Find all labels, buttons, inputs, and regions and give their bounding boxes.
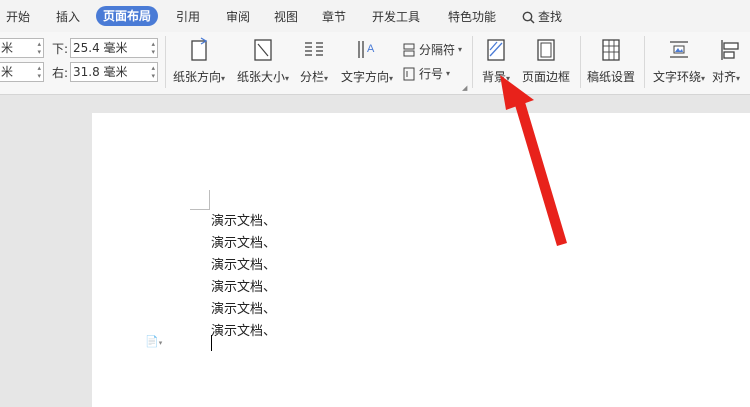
ribbon-expand-icon[interactable]: ◢ [462,84,467,92]
orientation-label: 纸张方向 [172,70,221,84]
paper-size-label: 纸张大小 [236,70,285,84]
tab-start[interactable]: 开始 [6,7,30,27]
text-wrap-label: 文字环绕 [652,70,701,84]
align-label: 对齐 [712,70,737,84]
orientation-button[interactable]: 纸张方向▾ [168,37,230,85]
align-icon [721,40,739,60]
margin-left-value: 米 [1,65,14,79]
text-cursor [211,335,212,351]
grid-paper-label: 稿纸设置 [586,70,635,84]
tab-features[interactable]: 特色功能 [448,7,496,27]
text-direction-label: 文字方向 [340,70,389,84]
tab-references[interactable]: 引用 [176,7,200,27]
ribbon-toolbar: 米 ▴ ▾ 米 ▴ ▾ 下: 25.4 毫米 ▴ ▾ 右: 31.8 毫米 ▴ ▾ 纸张… [0,32,750,95]
divider [580,36,581,88]
align-button[interactable]: 对齐▾ [712,37,750,85]
margin-right-value: 31.8 毫米 [73,65,128,79]
tab-review[interactable]: 审阅 [226,7,250,27]
divider [472,36,473,88]
columns-icon [305,42,323,56]
background-label: 背景 [481,70,506,84]
tab-view[interactable]: 视图 [274,7,298,27]
margin-right-field[interactable]: 31.8 毫米 ▴ ▾ [70,62,158,82]
document-page[interactable] [92,113,750,407]
divider [165,36,166,88]
margin-left-field[interactable]: 米 ▴ ▾ [0,62,44,82]
spinner-icon[interactable]: ▴ ▾ [37,40,41,56]
background-icon [487,39,505,61]
text-direction-icon: A [358,41,375,58]
columns-label: 分栏 [299,70,324,84]
search-icon [522,11,535,24]
svg-text:A: A [367,43,375,55]
margin-top-field[interactable]: 米 ▴ ▾ [0,38,44,58]
spinner-icon[interactable]: ▴ ▾ [37,64,41,80]
text-wrap-button[interactable]: 文字环绕▾ [648,37,710,85]
divider [644,36,645,88]
spinner-icon[interactable]: ▴ ▾ [151,64,155,80]
document-line[interactable]: 演示文档、 [211,210,276,229]
tab-insert[interactable]: 插入 [56,7,80,27]
menu-tab-bar: 开始 插入 页面布局 引用 审阅 视图 章节 开发工具 特色功能 查找 [0,0,750,32]
document-line[interactable]: 演示文档、 [211,320,276,339]
orientation-icon [191,37,208,61]
margin-corner-mark [190,209,210,210]
separator-button[interactable]: 分隔符 ▾ [402,41,462,58]
tab-page-layout[interactable]: 页面布局 [96,6,159,26]
separator-icon [403,43,415,56]
margin-bottom-field[interactable]: 25.4 毫米 ▴ ▾ [70,38,158,58]
page-border-icon [537,39,555,61]
grid-paper-button[interactable]: 稿纸设置 [584,37,638,85]
paste-options-icon[interactable]: 📄▾ [145,335,162,348]
paper-size-icon [254,39,272,61]
margin-right-label: 右: [52,66,69,80]
line-number-icon [403,67,415,80]
tab-developer[interactable]: 开发工具 [372,7,420,27]
margin-corner-mark [209,190,210,210]
document-line[interactable]: 演示文档、 [211,276,276,295]
document-line[interactable]: 演示文档、 [211,232,276,251]
page-border-label: 页面边框 [521,70,570,84]
search-label: 查找 [538,10,563,24]
paper-size-button[interactable]: 纸张大小▾ [233,37,293,85]
text-direction-button[interactable]: A 文字方向▾ [337,37,397,85]
separator-label: 分隔符 [419,43,456,57]
tab-chapter[interactable]: 章节 [322,7,346,27]
line-number-button[interactable]: 行号 ▾ [402,65,450,82]
document-line[interactable]: 演示文档、 [211,254,276,273]
search-button[interactable]: 查找 [522,7,562,27]
page-border-button[interactable]: 页面边框 [519,37,573,85]
margin-bottom-label: 下: [52,42,69,56]
line-number-label: 行号 [419,67,444,81]
document-line[interactable]: 演示文档、 [211,298,276,317]
margin-top-value: 米 [1,41,14,55]
spinner-icon[interactable]: ▴ ▾ [151,40,155,56]
background-button[interactable]: 背景▾ [476,37,516,85]
text-wrap-icon [670,41,688,58]
margin-bottom-value: 25.4 毫米 [73,41,128,55]
columns-button[interactable]: 分栏▾ [296,37,332,85]
grid-paper-icon [602,39,620,61]
